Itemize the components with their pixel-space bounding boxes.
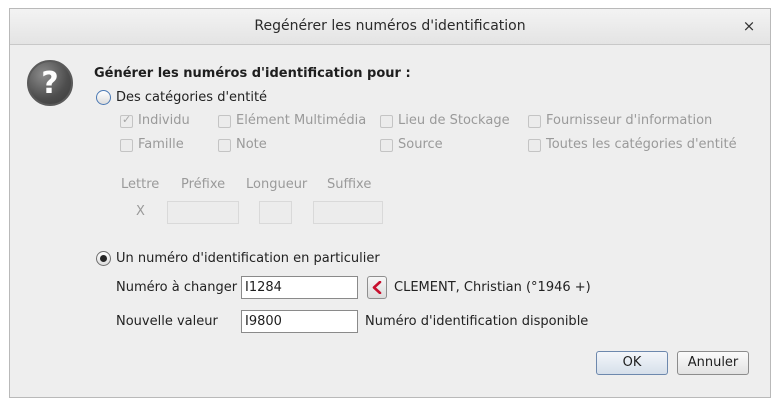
close-icon[interactable]: × — [740, 16, 758, 36]
checkbox-all-label[interactable]: Toutes les catégories d'entité — [546, 137, 737, 152]
pick-entity-button[interactable] — [367, 276, 387, 299]
new-value-input[interactable]: I9800 — [241, 310, 358, 333]
checkbox-note[interactable] — [218, 139, 231, 152]
format-prefix-header: Préfixe — [181, 177, 226, 192]
format-letter-value: X — [136, 204, 145, 219]
change-id-input[interactable]: I1284 — [241, 276, 358, 299]
prefix-input[interactable] — [167, 201, 239, 224]
checkbox-individu-label[interactable]: Individu — [138, 113, 190, 128]
dialog-title: Regénérer les numéros d'identification — [254, 18, 526, 34]
arrow-left-icon — [372, 281, 382, 294]
checkbox-provider-label[interactable]: Fournisseur d'information — [546, 113, 712, 128]
checkbox-famille[interactable] — [120, 139, 133, 152]
checkbox-famille-label[interactable]: Famille — [138, 137, 184, 152]
radio-single-id-label[interactable]: Un numéro d'identification en particulie… — [116, 251, 380, 266]
ok-button[interactable]: OK — [596, 351, 668, 375]
radio-entity-categories-label[interactable]: Des catégories d'entité — [116, 90, 267, 105]
radio-entity-categories[interactable] — [96, 90, 111, 105]
format-letter-header: Lettre — [121, 177, 160, 192]
change-id-label: Numéro à changer — [116, 280, 238, 295]
checkbox-storage[interactable] — [380, 115, 393, 128]
radio-single-id[interactable] — [96, 251, 111, 266]
dialog-heading: Générer les numéros d'identification pou… — [94, 66, 411, 81]
format-length-header: Longueur — [246, 177, 308, 192]
checkbox-multimedia-label[interactable]: Elément Multimédia — [236, 113, 366, 128]
checkbox-individu[interactable] — [120, 113, 133, 128]
cancel-button[interactable]: Annuler — [677, 351, 749, 375]
change-id-entity: CLEMENT, Christian (°1946 +) — [394, 280, 591, 295]
checkbox-source[interactable] — [380, 139, 393, 152]
checkbox-storage-label[interactable]: Lieu de Stockage — [398, 113, 510, 128]
length-input[interactable] — [259, 201, 292, 224]
new-value-label: Nouvelle valeur — [116, 314, 218, 329]
checkbox-all[interactable] — [528, 139, 541, 152]
checkbox-multimedia[interactable] — [218, 115, 231, 128]
checkbox-source-label[interactable]: Source — [398, 137, 443, 152]
title-bar: Regénérer les numéros d'identification × — [10, 9, 770, 45]
format-suffix-header: Suffixe — [327, 177, 372, 192]
new-value-status: Numéro d'identification disponible — [365, 314, 589, 329]
checkbox-provider[interactable] — [528, 115, 541, 128]
regenerate-ids-dialog: Regénérer les numéros d'identification ×… — [9, 8, 771, 398]
question-icon: ? — [27, 60, 73, 106]
suffix-input[interactable] — [313, 201, 383, 224]
checkbox-note-label[interactable]: Note — [236, 137, 267, 152]
